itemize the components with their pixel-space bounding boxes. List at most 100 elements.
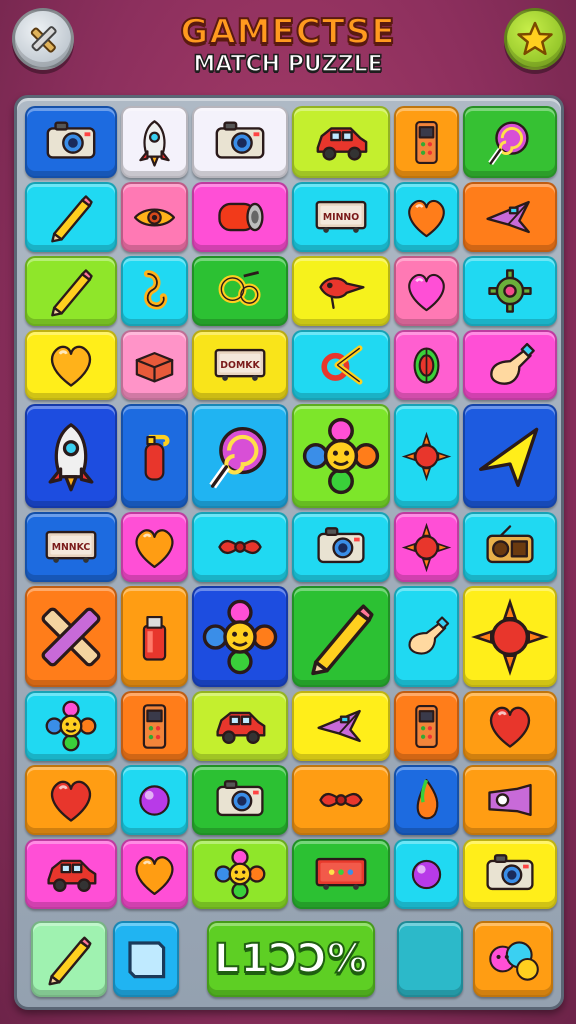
drop-icon [416, 778, 439, 819]
tile-r6-c2[interactable] [121, 512, 188, 582]
tile-r9-c5[interactable] [394, 765, 459, 835]
camera-icon [216, 780, 264, 817]
tile-r8-c1[interactable] [25, 691, 117, 761]
sign-icon: MNNKC [45, 530, 97, 563]
card-slot[interactable] [113, 921, 179, 997]
tile-r2-c3[interactable] [192, 182, 288, 252]
blank-slot[interactable] [397, 921, 463, 997]
heart-icon [135, 528, 174, 568]
tile-r9-c1[interactable] [25, 765, 117, 835]
bow-icon [319, 792, 363, 808]
card-icon [128, 941, 166, 979]
sun-icon [401, 522, 452, 572]
sign-icon [315, 857, 367, 890]
tile-r7-c2[interactable] [121, 586, 188, 687]
tile-r4-c6[interactable] [463, 330, 557, 400]
tile-r2-c4[interactable]: MINNO [292, 182, 390, 252]
tile-r5-c3[interactable] [192, 404, 288, 508]
heart-icon [50, 780, 92, 822]
tile-r5-c2[interactable] [121, 404, 188, 508]
car-icon [216, 711, 266, 744]
tile-r6-c4[interactable] [292, 512, 390, 582]
car-icon [316, 127, 368, 161]
pencil-icon [51, 269, 93, 317]
tile-r1-c6[interactable] [463, 106, 557, 178]
rocket-icon [139, 119, 170, 167]
star-button[interactable] [504, 8, 566, 70]
tile-r6-c1[interactable]: MNNKC [25, 512, 117, 582]
tile-r3-c1[interactable] [25, 256, 117, 326]
tile-r10-c6[interactable] [463, 839, 557, 909]
tile-r2-c5[interactable] [394, 182, 459, 252]
remote-icon [142, 703, 167, 749]
tile-r7-c6[interactable] [463, 586, 557, 687]
progress-label: L1ϽϽ% [213, 935, 369, 983]
tile-r10-c4[interactable] [292, 839, 390, 909]
tile-r2-c2[interactable] [121, 182, 188, 252]
bird-icon [319, 277, 365, 309]
tile-r5-c1[interactable] [25, 404, 117, 508]
pliers-icon [321, 345, 363, 385]
camera-icon [215, 121, 265, 159]
tile-r3-c4[interactable] [292, 256, 390, 326]
leaf-icon [413, 346, 440, 384]
tile-r10-c2[interactable] [121, 839, 188, 909]
tile-r1-c3[interactable] [192, 106, 288, 178]
sun-icon [471, 597, 549, 676]
tile-r5-c4[interactable] [292, 404, 390, 508]
tile-r8-c2[interactable] [121, 691, 188, 761]
progress-button[interactable]: L1ϽϽ% [207, 921, 375, 997]
tile-r3-c2[interactable] [121, 256, 188, 326]
tile-r2-c6[interactable] [463, 182, 557, 252]
pencil-slot[interactable] [31, 921, 107, 997]
tile-r1-c1[interactable] [25, 106, 117, 178]
tile-r4-c1[interactable] [25, 330, 117, 400]
tile-r8-c4[interactable] [292, 691, 390, 761]
game-title: GAMECTSE [179, 11, 396, 53]
heart-icon [135, 855, 174, 895]
rocket-icon [48, 423, 94, 492]
bonus-slot[interactable] [473, 921, 553, 997]
lighter-icon [142, 615, 167, 661]
tile-r4-c4[interactable] [292, 330, 390, 400]
projector-icon [488, 783, 532, 817]
tile-r7-c4[interactable] [292, 586, 390, 687]
lollipop-icon [488, 121, 529, 165]
pencil-icon [311, 603, 374, 675]
tile-r6-c3[interactable] [192, 512, 288, 582]
tile-r7-c3[interactable] [192, 586, 288, 687]
tile-r10-c1[interactable] [25, 839, 117, 909]
tile-r1-c4[interactable] [292, 106, 390, 178]
extinguisher-icon [144, 434, 170, 481]
tile-r3-c5[interactable] [394, 256, 459, 326]
heart-icon [50, 345, 92, 387]
heart-icon [408, 273, 445, 311]
tile-r5-c6[interactable] [463, 404, 557, 508]
tile-r6-c6[interactable] [463, 512, 557, 582]
tile-r2-c1[interactable] [25, 182, 117, 252]
star-icon [517, 21, 553, 56]
tile-r10-c3[interactable] [192, 839, 288, 909]
sun-icon [401, 431, 452, 481]
tile-r3-c3[interactable] [192, 256, 288, 326]
tile-r5-c5[interactable] [394, 404, 459, 508]
tile-r9-c4[interactable] [292, 765, 390, 835]
tile-r7-c1[interactable] [25, 586, 117, 687]
tile-r9-c3[interactable] [192, 765, 288, 835]
tile-r1-c5[interactable] [394, 106, 459, 178]
tile-r4-c5[interactable] [394, 330, 459, 400]
tile-r1-c2[interactable] [121, 106, 188, 178]
tile-r9-c2[interactable] [121, 765, 188, 835]
tile-r3-c6[interactable] [463, 256, 557, 326]
tile-r4-c2[interactable] [121, 330, 188, 400]
tile-r6-c5[interactable] [394, 512, 459, 582]
hook-icon [143, 269, 168, 309]
plane-icon [486, 200, 530, 234]
tile-r10-c5[interactable] [394, 839, 459, 909]
tile-r4-c3[interactable]: DOMKK [192, 330, 288, 400]
tile-r9-c6[interactable] [463, 765, 557, 835]
tile-r7-c5[interactable] [394, 586, 459, 687]
tile-r8-c6[interactable] [463, 691, 557, 761]
tile-r8-c5[interactable] [394, 691, 459, 761]
tile-r8-c3[interactable] [192, 691, 288, 761]
